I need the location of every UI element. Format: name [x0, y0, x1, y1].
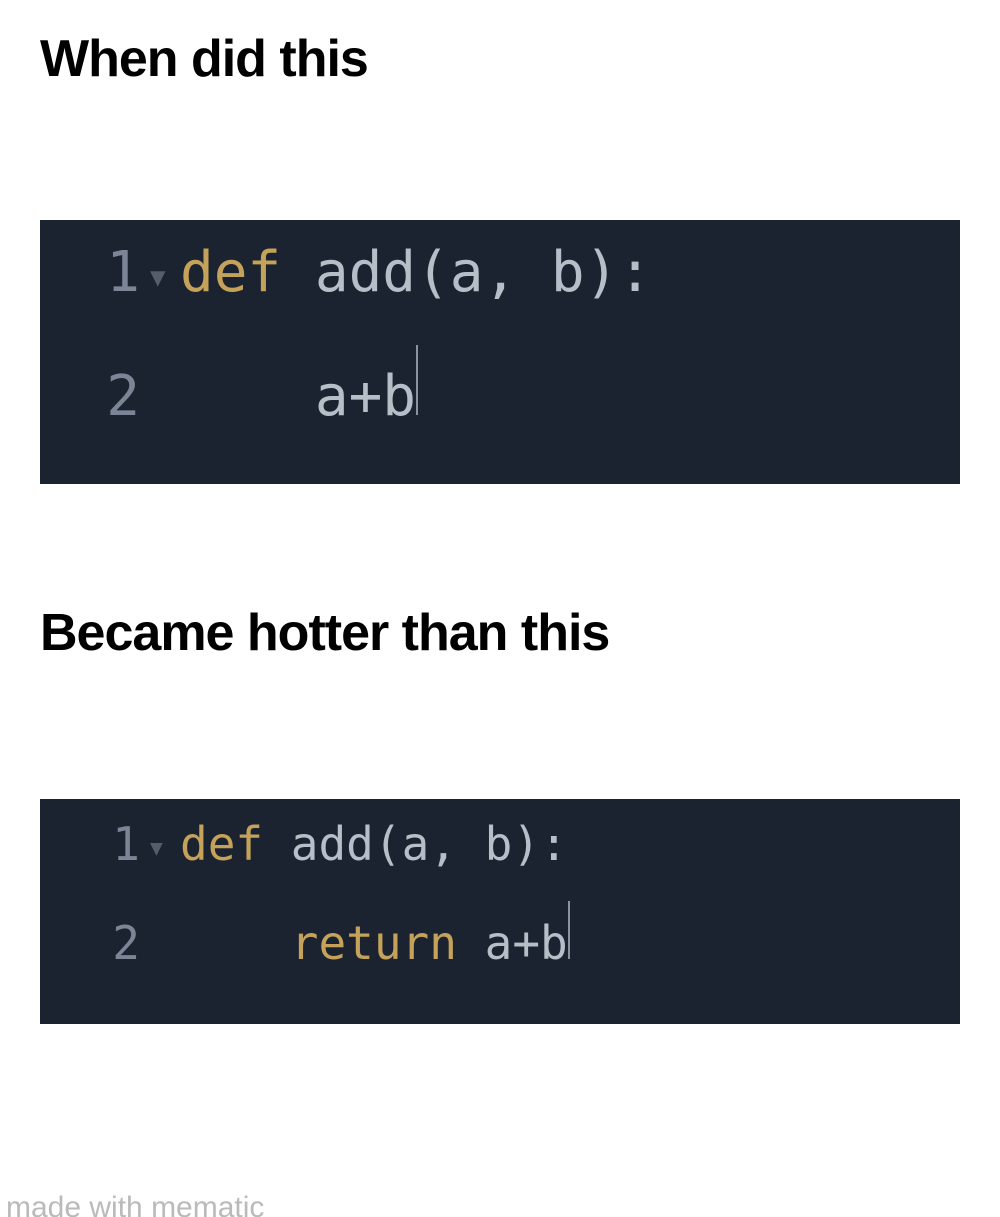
code-text: a+b: [180, 364, 416, 429]
text-cursor: [416, 345, 418, 415]
fold-icon: ▾: [150, 259, 180, 295]
caption-top: When did this: [0, 30, 1000, 90]
line-number: 1: [40, 240, 150, 305]
code-line: 2 return a+b: [40, 901, 960, 970]
code-line: 1▾def add(a, b):: [40, 799, 960, 871]
code-text: def add(a, b):: [180, 240, 652, 305]
watermark-text: made with mematic: [6, 1191, 264, 1217]
code-text: def add(a, b):: [180, 817, 568, 871]
line-number: 1: [40, 817, 150, 871]
code-snippet-1: 1▾def add(a, b): 2 a+b: [40, 220, 960, 484]
code-line: 2 a+b: [40, 345, 960, 429]
code-line: 1▾def add(a, b):: [40, 220, 960, 305]
line-number: 2: [40, 916, 150, 970]
line-number: 2: [40, 364, 150, 429]
code-text: return a+b: [180, 916, 568, 970]
caption-middle: Became hotter than this: [0, 604, 1000, 664]
text-cursor: [568, 901, 570, 959]
fold-icon: ▾: [150, 833, 180, 863]
code-snippet-2: 1▾def add(a, b): 2 return a+b: [40, 799, 960, 1024]
